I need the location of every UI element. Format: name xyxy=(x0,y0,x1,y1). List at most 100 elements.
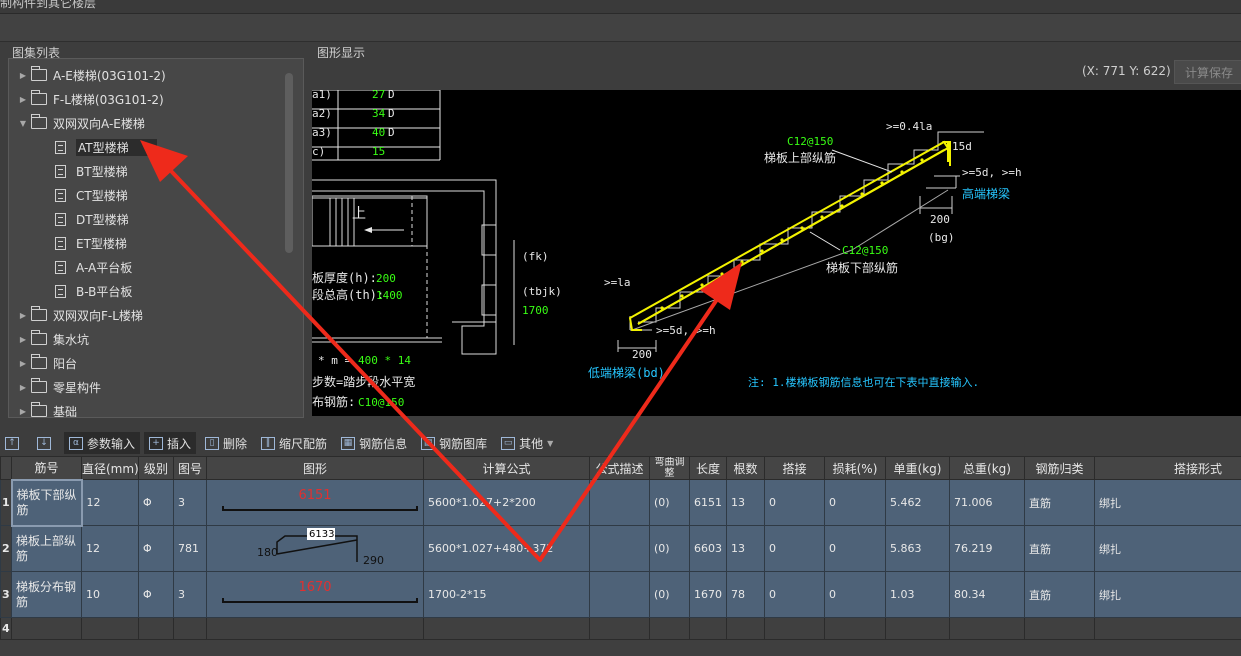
tree-item-double-fl-stairs[interactable]: ▶ 双网双向F-L楼梯 xyxy=(17,304,297,326)
diameter-cell[interactable]: 12 xyxy=(81,479,139,526)
rebar-library-button[interactable]: ▤ 钢筋图库 xyxy=(416,432,492,454)
formula-desc-cell[interactable] xyxy=(589,525,650,572)
expand-arrow-icon[interactable]: ▶ xyxy=(17,335,29,344)
empty-cell[interactable] xyxy=(206,617,424,640)
count-cell[interactable]: 13 xyxy=(726,525,765,572)
loss-cell[interactable]: 0 xyxy=(824,479,886,526)
lap-type-cell[interactable]: 绑扎 xyxy=(1094,479,1241,526)
formula-cell[interactable]: 5600*1.027+2*200 xyxy=(423,479,590,526)
calc-save-button[interactable]: 计算保存 xyxy=(1174,60,1241,84)
lap-type-cell[interactable]: 绑扎 xyxy=(1094,525,1241,572)
tree-item-ae-stairs[interactable]: ▶ A-E楼梯(03G101-2) xyxy=(17,64,297,86)
count-cell[interactable]: 78 xyxy=(726,571,765,618)
tree-item-bb-platform[interactable]: B-B平台板 xyxy=(55,280,303,302)
loss-cell[interactable]: 0 xyxy=(824,525,886,572)
grade-cell[interactable]: Φ xyxy=(138,479,174,526)
grade-cell[interactable]: Φ xyxy=(138,525,174,572)
expand-arrow-icon[interactable]: ▶ xyxy=(17,311,29,320)
formula-desc-cell[interactable] xyxy=(589,571,650,618)
empty-cell[interactable] xyxy=(726,617,765,640)
tree-item-fl-stairs[interactable]: ▶ F-L楼梯(03G101-2) xyxy=(17,88,297,110)
formula-cell[interactable]: 1700-2*15 xyxy=(423,571,590,618)
table-row-empty[interactable]: 4 xyxy=(0,617,1241,640)
expand-arrow-icon[interactable]: ▶ xyxy=(17,95,29,104)
empty-cell[interactable] xyxy=(949,617,1025,640)
tree-item-foundation[interactable]: ▶ 基础 xyxy=(17,400,297,417)
empty-cell[interactable] xyxy=(11,617,82,640)
expand-arrow-icon[interactable]: ▶ xyxy=(17,383,29,392)
figure-no-cell[interactable]: 781 xyxy=(173,525,207,572)
category-cell[interactable]: 直筋 xyxy=(1024,571,1095,618)
tree-item-at-stair[interactable]: AT型楼梯 xyxy=(55,136,303,158)
tree-item-dt-stair[interactable]: DT型楼梯 xyxy=(55,208,303,230)
total-weight-cell[interactable]: 76.219 xyxy=(949,525,1025,572)
loss-cell[interactable]: 0 xyxy=(824,571,886,618)
shape-cell[interactable]: 1670 xyxy=(206,571,424,618)
formula-cell[interactable]: 5600*1.027+480+372 xyxy=(423,525,590,572)
length-cell[interactable]: 6603 xyxy=(689,525,727,572)
figure-no-cell[interactable]: 3 xyxy=(173,571,207,618)
empty-cell[interactable] xyxy=(173,617,207,640)
grade-cell[interactable]: Φ xyxy=(138,571,174,618)
rebar-info-button[interactable]: ▦ 钢筋信息 xyxy=(336,432,412,454)
scale-rebar-button[interactable]: ‖ 缩尺配筋 xyxy=(256,432,332,454)
category-cell[interactable]: 直筋 xyxy=(1024,479,1095,526)
bend-adjust-cell[interactable]: (0) xyxy=(649,525,690,572)
lap-cell[interactable]: 0 xyxy=(764,479,825,526)
shape-cell[interactable]: 6133 180 290 xyxy=(206,525,424,572)
table-row[interactable]: 3 梯板分布钢筋 10 Φ 3 1670 1700-2*15 (0) 1670 … xyxy=(0,571,1241,618)
move-up-button[interactable]: ↑ xyxy=(0,432,28,454)
bend-adjust-cell[interactable]: (0) xyxy=(649,571,690,618)
tree-item-balcony[interactable]: ▶ 阳台 xyxy=(17,352,297,374)
lap-cell[interactable]: 0 xyxy=(764,571,825,618)
bar-name-cell[interactable]: 梯板上部纵筋 xyxy=(11,525,82,572)
empty-cell[interactable] xyxy=(885,617,950,640)
param-input-button[interactable]: α 参数输入 xyxy=(64,432,141,454)
figure-no-cell[interactable]: 3 xyxy=(173,479,207,526)
bend-adjust-cell[interactable]: (0) xyxy=(649,479,690,526)
expand-arrow-icon[interactable]: ▶ xyxy=(17,71,29,80)
tree-item-bt-stair[interactable]: BT型楼梯 xyxy=(55,160,303,182)
bar-name-cell[interactable]: 梯板分布钢筋 xyxy=(11,571,82,618)
table-row[interactable]: 1 梯板下部纵筋 12 Φ 3 6151 5600*1.027+2*200 (0… xyxy=(0,478,1241,527)
atlas-tree[interactable]: ▶ A-E楼梯(03G101-2) ▶ F-L楼梯(03G101-2) ▼ 双网双向A… xyxy=(8,58,304,418)
expand-arrow-icon[interactable]: ▶ xyxy=(17,359,29,368)
empty-cell[interactable] xyxy=(589,617,650,640)
tree-item-double-ae-stairs[interactable]: ▼ 双网双向A-E楼梯 xyxy=(17,112,297,134)
tree-item-misc-components[interactable]: ▶ 零星构件 xyxy=(17,376,297,398)
tree-item-aa-platform[interactable]: A-A平台板 xyxy=(55,256,303,278)
count-cell[interactable]: 13 xyxy=(726,479,765,526)
formula-desc-cell[interactable] xyxy=(589,479,650,526)
other-menu-button[interactable]: ▭ 其他 ▼ xyxy=(496,432,558,454)
empty-cell[interactable] xyxy=(824,617,886,640)
empty-cell[interactable] xyxy=(764,617,825,640)
bar-name-cell[interactable]: 梯板下部纵筋 xyxy=(10,478,83,527)
length-cell[interactable]: 1670 xyxy=(689,571,727,618)
empty-cell[interactable] xyxy=(689,617,727,640)
tree-item-ct-stair[interactable]: CT型楼梯 xyxy=(55,184,303,206)
empty-cell[interactable] xyxy=(423,617,590,640)
expand-arrow-icon[interactable]: ▶ xyxy=(17,407,29,416)
insert-button[interactable]: + 插入 xyxy=(144,432,197,454)
unit-weight-cell[interactable]: 1.03 xyxy=(885,571,950,618)
unit-weight-cell[interactable]: 5.863 xyxy=(885,525,950,572)
lap-cell[interactable]: 0 xyxy=(764,525,825,572)
total-weight-cell[interactable]: 80.34 xyxy=(949,571,1025,618)
move-down-button[interactable]: ↓ xyxy=(32,432,60,454)
diameter-cell[interactable]: 10 xyxy=(81,571,139,618)
diameter-cell[interactable]: 12 xyxy=(81,525,139,572)
tree-item-et-stair[interactable]: ET型楼梯 xyxy=(55,232,303,254)
unit-weight-cell[interactable]: 5.462 xyxy=(885,479,950,526)
delete-button[interactable]: ▯ 删除 xyxy=(200,432,252,454)
total-weight-cell[interactable]: 71.006 xyxy=(949,479,1025,526)
shape-cell[interactable]: 6151 xyxy=(206,479,424,526)
tree-scrollbar[interactable] xyxy=(285,73,293,253)
table-row[interactable]: 2 梯板上部纵筋 12 Φ 781 6133 180 290 5600*1.02… xyxy=(0,525,1241,572)
stair-drawing-canvas[interactable]: a1) 27 D a2) 34 D a3) 40 D c) 15 上 板厚度(h… xyxy=(312,90,1241,416)
empty-cell[interactable] xyxy=(1024,617,1095,640)
empty-cell[interactable] xyxy=(138,617,174,640)
tree-item-sump-pit[interactable]: ▶ 集水坑 xyxy=(17,328,297,350)
lap-type-cell[interactable]: 绑扎 xyxy=(1094,571,1241,618)
collapse-arrow-icon[interactable]: ▼ xyxy=(17,119,29,128)
empty-cell[interactable] xyxy=(649,617,690,640)
